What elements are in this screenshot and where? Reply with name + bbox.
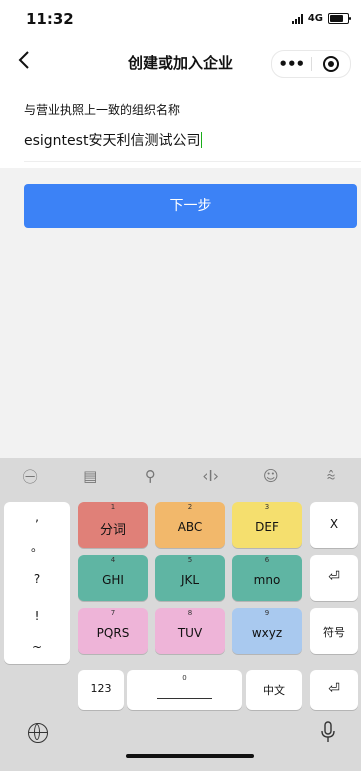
key-4[interactable]: 4 GHI (78, 555, 148, 601)
enter-key[interactable]: ⏎ (310, 555, 358, 601)
network-type: 4G (307, 13, 323, 24)
collapse-keyboard-icon[interactable]: ⩯ (301, 458, 361, 494)
text-caret (201, 132, 203, 148)
key-5[interactable]: 5 JKL (155, 555, 225, 601)
punct-period[interactable]: 。 (4, 538, 70, 555)
key-1[interactable]: 1 分词 (78, 502, 148, 548)
language-key[interactable]: 中文 (246, 670, 302, 710)
key-8[interactable]: 8 TUV (155, 608, 225, 654)
close-button[interactable] (311, 56, 350, 72)
key-9[interactable]: 9 wxyz (232, 608, 302, 654)
numeric-key[interactable]: 123 (78, 670, 124, 710)
key-2[interactable]: 2 ABC (155, 502, 225, 548)
search-icon[interactable]: ⚲ (120, 458, 180, 494)
battery-icon (328, 13, 351, 24)
punct-comma[interactable]: , (4, 510, 70, 524)
next-step-button[interactable]: 下一步 (24, 184, 357, 228)
nav-bar: 创建或加入企业 ••• (0, 38, 361, 88)
emoji-icon[interactable]: ☺ (241, 458, 301, 494)
keyboard-toolbar: ㊀ ▤ ⚲ ‹I› ☺ ⩯ (0, 458, 361, 494)
cursor-icon[interactable]: ‹I› (181, 458, 241, 494)
punct-tilde[interactable]: ~ (4, 640, 70, 654)
miniapp-capsule: ••• (271, 50, 351, 78)
key-3[interactable]: 3 DEF (232, 502, 302, 548)
delete-key[interactable]: X (310, 502, 358, 548)
form-card: 与营业执照上一致的组织名称 esigntest安天利信测试公司 (0, 88, 361, 168)
space-bar-glyph (157, 698, 212, 699)
more-button[interactable]: ••• (272, 55, 311, 73)
main-content: 与营业执照上一致的组织名称 esigntest安天利信测试公司 下一步 (0, 88, 361, 458)
handwriting-icon[interactable]: ㊀ (0, 458, 60, 494)
symbol-key[interactable]: 符号 (310, 608, 358, 654)
signal-icon (291, 13, 303, 24)
org-name-value: esigntest安天利信测试公司 (24, 133, 201, 149)
clipboard-icon[interactable]: ▤ (60, 458, 120, 494)
punctuation-column: , 。 ? ! ~ (4, 502, 70, 664)
punct-question[interactable]: ? (4, 572, 70, 586)
org-name-label: 与营业执照上一致的组织名称 (24, 103, 181, 117)
space-key[interactable]: 0 (127, 670, 242, 710)
microphone-icon[interactable] (321, 721, 335, 747)
input-underline (24, 161, 361, 162)
keyboard: ㊀ ▤ ⚲ ‹I› ☺ ⩯ , 。 ? ! ~ 1 分词 2 ABC 3 DEF… (0, 458, 361, 771)
punct-exclaim[interactable]: ! (4, 609, 70, 623)
status-bar: 11:32 4G (0, 0, 361, 38)
key-7[interactable]: 7 PQRS (78, 608, 148, 654)
home-indicator (126, 754, 254, 758)
globe-icon[interactable] (28, 723, 48, 743)
org-name-input[interactable]: esigntest安天利信测试公司 (24, 130, 203, 150)
status-indicators: 4G (291, 13, 351, 24)
status-time: 11:32 (26, 10, 74, 28)
return-key[interactable]: ⏎ (310, 670, 358, 710)
key-6[interactable]: 6 mno (232, 555, 302, 601)
target-icon (322, 56, 339, 72)
